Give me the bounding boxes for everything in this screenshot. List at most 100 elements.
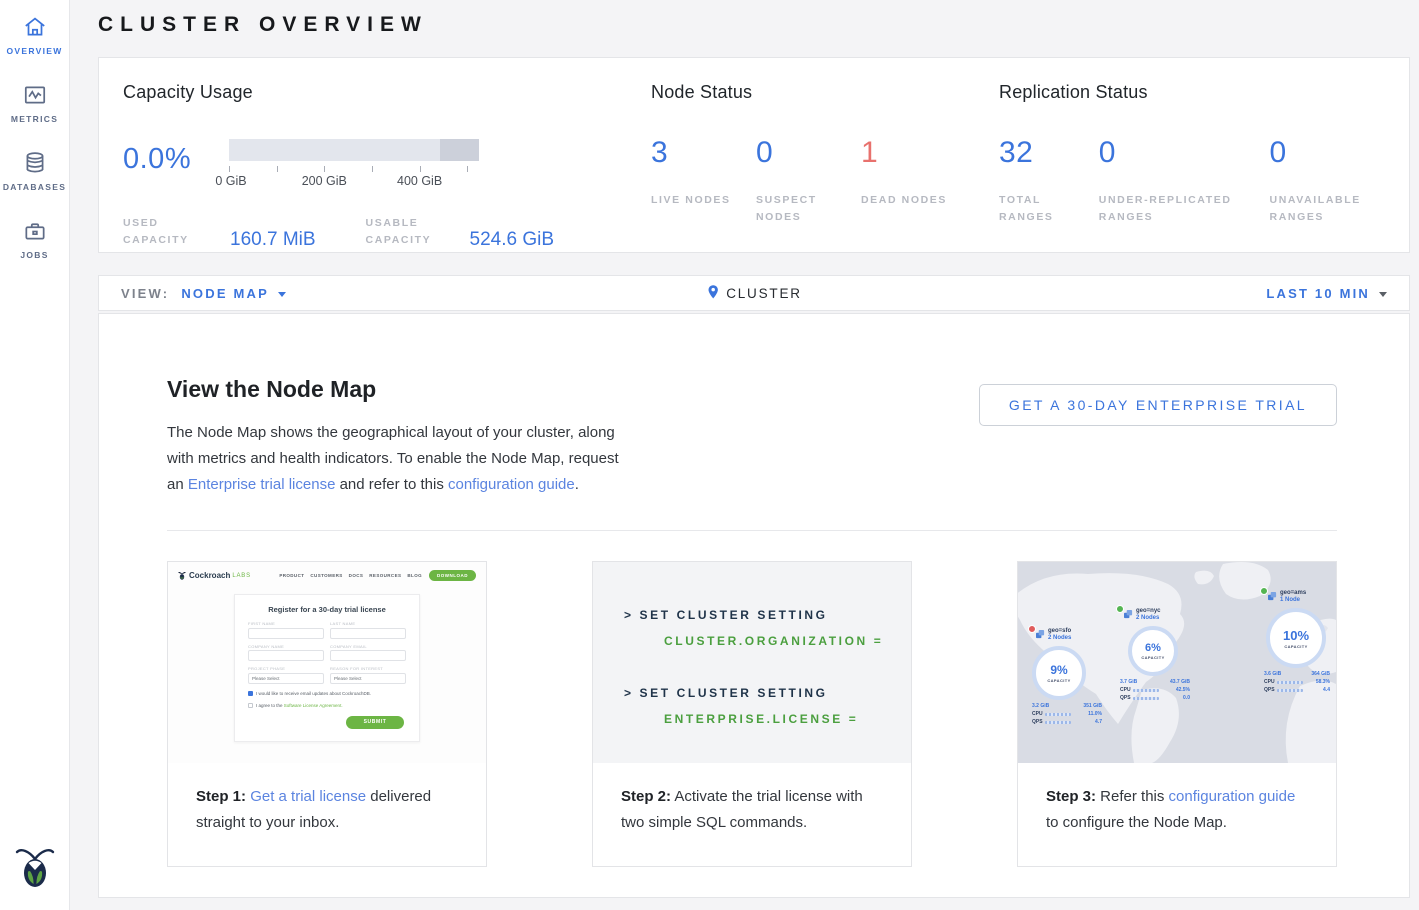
- unavailable-ranges-stat: 0 UNAVAILABLE RANGES: [1270, 136, 1400, 226]
- status-dot-green: [1260, 587, 1268, 595]
- sidebar-item-label: DATABASES: [3, 182, 66, 192]
- sidebar-item-databases[interactable]: DATABASES: [0, 150, 70, 192]
- steps-row: Cockroach LABS PRODUCTCUSTOMERSDOCSRESOU…: [167, 561, 1337, 867]
- metrics-icon: [22, 82, 48, 108]
- capacity-usage-title: Capacity Usage: [123, 82, 628, 103]
- used-capacity-value: 160.7 MiB: [230, 229, 316, 251]
- under-replicated-ranges-stat: 0 UNDER-REPLICATED RANGES: [1099, 136, 1270, 226]
- node-map-panel: View the Node Map The Node Map shows the…: [98, 313, 1410, 898]
- suspect-nodes-value: 0: [756, 136, 861, 170]
- step3-nodemap-preview: geo=sfo 2 Nodes 9% CAPACITY 3.2 GiB351 G…: [1018, 562, 1336, 763]
- mini-form-title: Register for a 30-day trial license: [248, 605, 406, 614]
- mini-nav: PRODUCTCUSTOMERSDOCSRESOURCESBLOG: [279, 573, 422, 578]
- time-range-dropdown[interactable]: LAST 10 MIN: [1266, 286, 1387, 301]
- configuration-guide-link[interactable]: configuration guide: [448, 476, 575, 493]
- step3-label: Step 3:: [1046, 788, 1096, 805]
- used-capacity-label: USED CAPACITY: [123, 215, 208, 249]
- view-selected-value: NODE MAP: [181, 286, 269, 301]
- live-nodes-stat: 3 LIVE NODES: [651, 136, 756, 226]
- get-trial-license-link[interactable]: Get a trial license: [250, 788, 366, 805]
- map-marker-nyc: geo=nyc 2 Nodes 6% CAPACITY 3.7 GiB43.7 …: [1120, 608, 1206, 701]
- step3-caption: Step 3: Refer this configuration guide t…: [1018, 763, 1336, 857]
- suspect-nodes-stat: 0 SUSPECT NODES: [756, 136, 861, 226]
- mini-cockroach-logo: Cockroach LABS: [178, 570, 251, 581]
- mini-download-button: DOWNLOAD: [429, 570, 476, 581]
- step2-sql-snippet: > SET CLUSTER SETTING CLUSTER.ORGANIZATI…: [593, 562, 911, 763]
- capacity-percent: 0.0%: [123, 143, 191, 176]
- capacity-usage-section: Capacity Usage 0.0% 0 GiB 200 GiB 400 Gi…: [123, 82, 628, 249]
- breadcrumb-cluster-label: CLUSTER: [726, 286, 802, 301]
- sidebar: OVERVIEW METRICS DATABASES JOBS: [0, 0, 70, 910]
- step1-label: Step 1:: [196, 788, 246, 805]
- step1-caption: Step 1: Get a trial license delivered st…: [168, 763, 486, 857]
- suspect-nodes-label: SUSPECT NODES: [756, 192, 861, 226]
- status-dot-red: [1028, 625, 1036, 633]
- step3-text: to configure the Node Map.: [1046, 814, 1227, 831]
- axis-tick-label: 0 GiB: [215, 174, 246, 188]
- home-icon: [22, 14, 48, 40]
- node-status-title: Node Status: [651, 82, 981, 103]
- step2-caption: Step 2: Activate the trial license with …: [593, 763, 911, 857]
- location-pin-icon: [706, 284, 720, 303]
- sidebar-item-label: OVERVIEW: [6, 46, 62, 56]
- mini-submit-button: SUBMIT: [346, 716, 404, 729]
- sidebar-item-label: JOBS: [20, 250, 48, 260]
- cockroach-labs-logo: [15, 843, 55, 894]
- chevron-down-icon: [278, 292, 286, 297]
- step2-card: > SET CLUSTER SETTING CLUSTER.ORGANIZATI…: [592, 561, 912, 867]
- panel-heading: View the Node Map: [167, 376, 376, 403]
- configuration-guide-link-step3[interactable]: configuration guide: [1169, 788, 1296, 805]
- briefcase-icon: [22, 218, 48, 244]
- dead-nodes-value: 1: [861, 136, 966, 170]
- status-dot-green: [1116, 605, 1124, 613]
- enterprise-trial-button[interactable]: GET A 30-DAY ENTERPRISE TRIAL: [979, 384, 1337, 426]
- sidebar-item-label: METRICS: [11, 114, 58, 124]
- main-content: CLUSTER OVERVIEW Capacity Usage 0.0% 0 G…: [70, 0, 1419, 910]
- sidebar-item-metrics[interactable]: METRICS: [0, 82, 70, 124]
- panel-intro-text: The Node Map shows the geographical layo…: [167, 420, 629, 498]
- total-ranges-value: 32: [999, 136, 1099, 170]
- enterprise-trial-license-link[interactable]: Enterprise trial license: [188, 476, 336, 493]
- page-title: CLUSTER OVERVIEW: [98, 13, 428, 37]
- map-marker-ams: geo=ams 1 Node 10% CAPACITY 3.6 GiB364 G…: [1264, 590, 1336, 693]
- unavailable-ranges-value: 0: [1270, 136, 1400, 170]
- dead-nodes-label: DEAD NODES: [861, 192, 966, 209]
- step1-card: Cockroach LABS PRODUCTCUSTOMERSDOCSRESOU…: [167, 561, 487, 867]
- database-icon: [22, 150, 48, 176]
- axis-tick-label: 400 GiB: [397, 174, 442, 188]
- unavailable-ranges-label: UNAVAILABLE RANGES: [1270, 192, 1400, 226]
- mini-registration-form: Register for a 30-day trial license FIRS…: [234, 594, 420, 742]
- total-ranges-stat: 32 TOTAL RANGES: [999, 136, 1099, 226]
- sidebar-item-jobs[interactable]: JOBS: [0, 218, 70, 260]
- cluster-summary-card: Capacity Usage 0.0% 0 GiB 200 GiB 400 Gi…: [98, 57, 1410, 253]
- under-replicated-ranges-label: UNDER-REPLICATED RANGES: [1099, 192, 1270, 226]
- intro-text: .: [575, 476, 579, 493]
- usable-capacity-label: USABLE CAPACITY: [366, 215, 458, 249]
- step2-label: Step 2:: [621, 788, 671, 805]
- mini-brand-suffix: LABS: [232, 573, 251, 579]
- mini-brand-name: Cockroach: [189, 571, 230, 580]
- intro-text: and refer to this: [335, 476, 448, 493]
- step3-text: Refer this: [1096, 788, 1169, 805]
- usable-capacity-value: 524.6 GiB: [470, 229, 555, 251]
- under-replicated-ranges-value: 0: [1099, 136, 1270, 170]
- step3-card: geo=sfo 2 Nodes 9% CAPACITY 3.2 GiB351 G…: [1017, 561, 1337, 867]
- time-range-value: LAST 10 MIN: [1266, 286, 1370, 301]
- section-divider: [167, 530, 1337, 531]
- view-selector-dropdown[interactable]: VIEW: NODE MAP: [121, 286, 286, 301]
- axis-tick-label: 200 GiB: [302, 174, 347, 188]
- node-status-section: Node Status 3 LIVE NODES 0 SUSPECT NODES…: [651, 82, 981, 226]
- step1-screenshot: Cockroach LABS PRODUCTCUSTOMERSDOCSRESOU…: [168, 562, 486, 763]
- capacity-bar-chart: 0 GiB 200 GiB 400 GiB: [229, 139, 479, 190]
- dead-nodes-stat: 1 DEAD NODES: [861, 136, 966, 226]
- replication-status-title: Replication Status: [999, 82, 1399, 103]
- sidebar-item-overview[interactable]: OVERVIEW: [0, 14, 70, 56]
- map-marker-sfo: geo=sfo 2 Nodes 9% CAPACITY 3.2 GiB351 G…: [1032, 628, 1118, 725]
- live-nodes-value: 3: [651, 136, 756, 170]
- replication-status-section: Replication Status 32 TOTAL RANGES 0 UND…: [999, 82, 1399, 226]
- total-ranges-label: TOTAL RANGES: [999, 192, 1099, 226]
- view-label: VIEW:: [121, 286, 169, 301]
- chevron-down-icon: [1379, 292, 1387, 297]
- capacity-bar-reserved-segment: [440, 139, 479, 161]
- locality-breadcrumb: CLUSTER: [706, 284, 802, 303]
